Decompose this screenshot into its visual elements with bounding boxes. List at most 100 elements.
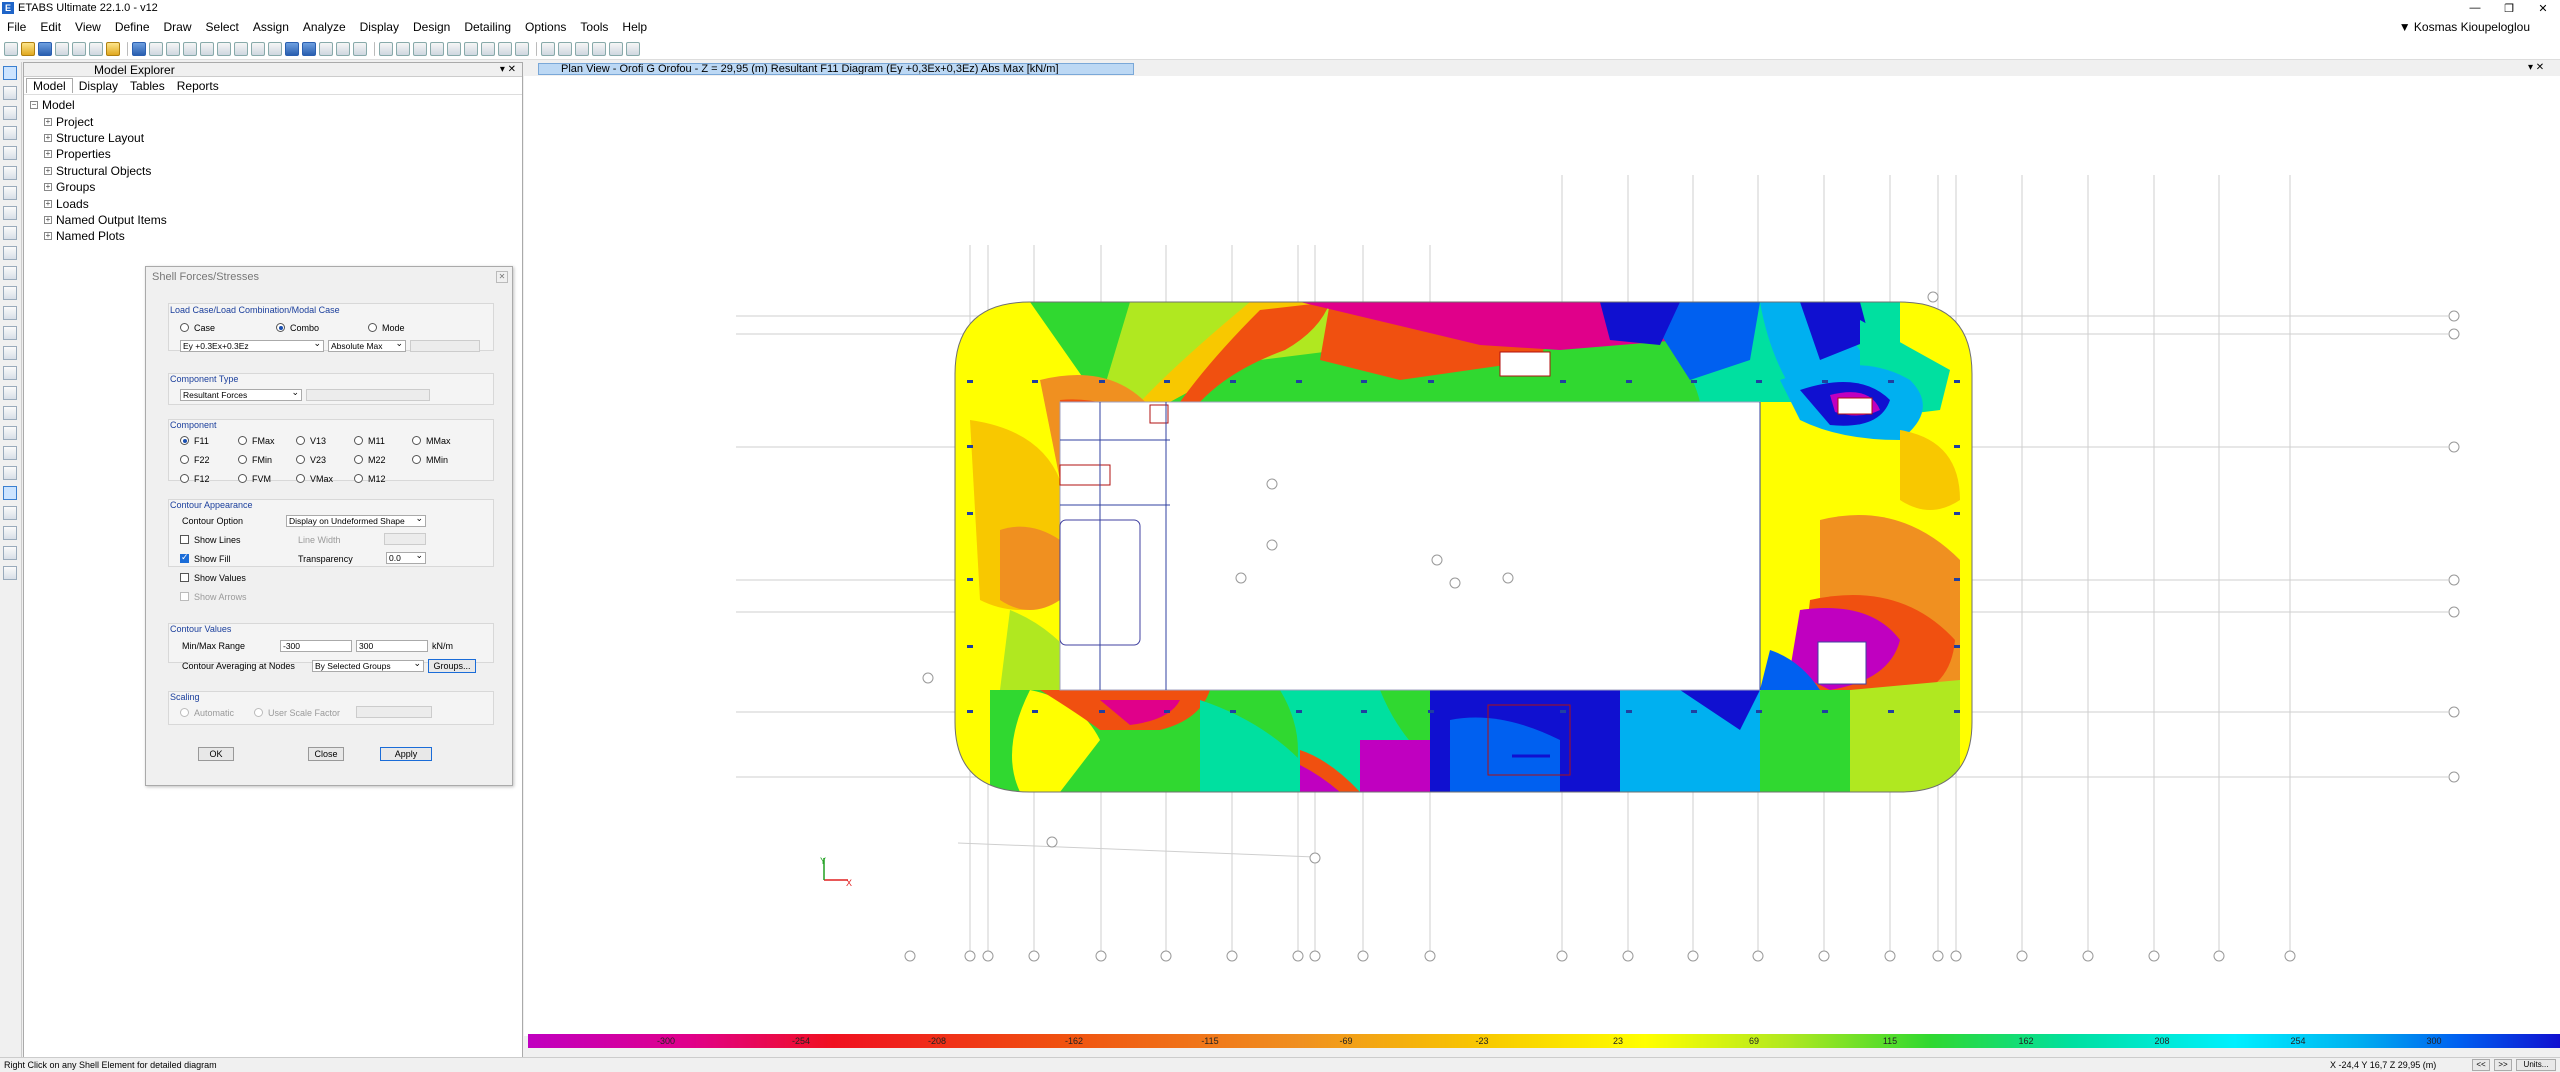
- tab-tables[interactable]: Tables: [124, 79, 171, 93]
- dialog-close-icon[interactable]: ✕: [496, 271, 508, 283]
- draw-wall-icon[interactable]: [3, 226, 17, 240]
- mode-number-field[interactable]: [410, 340, 480, 352]
- menu-display[interactable]: Display: [353, 20, 406, 34]
- draw-rectangle-icon[interactable]: [3, 206, 17, 220]
- draw-section-cut-icon[interactable]: [3, 326, 17, 340]
- draw-dimension-icon[interactable]: [3, 306, 17, 320]
- close-button[interactable]: Close: [308, 747, 344, 761]
- new-model-icon[interactable]: [4, 41, 18, 56]
- component-v23-radio[interactable]: [296, 455, 305, 464]
- plan-view-canvas[interactable]: X Y: [524, 76, 2560, 1036]
- expand-icon[interactable]: +: [44, 150, 52, 159]
- menu-options[interactable]: Options: [518, 20, 573, 34]
- menu-draw[interactable]: Draw: [157, 20, 199, 34]
- next-story-button[interactable]: >>: [2494, 1059, 2512, 1071]
- undo-icon[interactable]: [55, 41, 69, 56]
- expand-icon[interactable]: +: [44, 232, 52, 241]
- redo-icon[interactable]: [72, 41, 86, 56]
- shear-wall-icon[interactable]: [464, 41, 478, 56]
- automatic-radio[interactable]: [180, 708, 189, 717]
- snap-intersection-icon[interactable]: [3, 566, 17, 580]
- rotate-icon[interactable]: [319, 41, 333, 56]
- line-width-field[interactable]: [384, 533, 426, 545]
- menu-help[interactable]: Help: [615, 20, 654, 34]
- view-controls[interactable]: ▾ ✕: [2528, 62, 2544, 73]
- snap-fine-grid-icon[interactable]: [3, 506, 17, 520]
- slab-design-icon[interactable]: [481, 41, 495, 56]
- move-down-icon[interactable]: [302, 41, 316, 56]
- component-fmin-radio[interactable]: [238, 455, 247, 464]
- draw-column-icon[interactable]: [3, 146, 17, 160]
- snap-points-icon[interactable]: [3, 406, 17, 420]
- plan-view-icon[interactable]: [251, 41, 265, 56]
- select-all-icon[interactable]: [3, 346, 17, 360]
- dialog-titlebar[interactable]: Shell Forces/Stresses ✕: [146, 267, 512, 287]
- tree-item-named-plots[interactable]: + Named Plots: [30, 228, 522, 244]
- envelope-select[interactable]: Absolute Max: [328, 340, 406, 352]
- max-range-field[interactable]: 300: [356, 640, 428, 652]
- draw-beam-icon[interactable]: [3, 126, 17, 140]
- component-m11-radio[interactable]: [354, 436, 363, 445]
- menu-edit[interactable]: Edit: [33, 20, 68, 34]
- apply-button[interactable]: Apply: [380, 747, 432, 761]
- detailing-icon[interactable]: [498, 41, 512, 56]
- snap-icon[interactable]: [592, 41, 606, 56]
- groups-button[interactable]: Groups...: [428, 659, 476, 673]
- object-shrink-icon[interactable]: [336, 41, 350, 56]
- menu-file[interactable]: File: [0, 20, 33, 34]
- filter-icon[interactable]: [575, 41, 589, 56]
- draw-brace-icon[interactable]: [3, 166, 17, 180]
- component-fmax-radio[interactable]: [238, 436, 247, 445]
- ok-button[interactable]: OK: [198, 747, 234, 761]
- show-fill-checkbox[interactable]: [180, 552, 189, 563]
- expand-icon[interactable]: +: [44, 183, 52, 192]
- snap-ends-icon[interactable]: [3, 426, 17, 440]
- component-vmax-radio[interactable]: [296, 474, 305, 483]
- mode-radio[interactable]: [368, 323, 377, 332]
- minimize-button[interactable]: —: [2458, 2, 2492, 15]
- component-fvm-radio[interactable]: [238, 474, 247, 483]
- tree-root-model[interactable]: − Model: [30, 97, 522, 113]
- expand-icon[interactable]: +: [44, 117, 52, 126]
- expand-icon[interactable]: +: [44, 166, 52, 175]
- select-previous-icon[interactable]: [3, 366, 17, 380]
- draw-tendon-icon[interactable]: [3, 286, 17, 300]
- units-button[interactable]: Units...: [2516, 1059, 2556, 1071]
- tree-item-properties[interactable]: + Properties: [30, 146, 522, 162]
- tree-item-structure-layout[interactable]: + Structure Layout: [30, 130, 522, 146]
- zoom-in-icon[interactable]: [166, 41, 180, 56]
- expand-icon[interactable]: +: [44, 133, 52, 142]
- zoom-window-icon[interactable]: [149, 41, 163, 56]
- zoom-extents-icon[interactable]: [200, 41, 214, 56]
- expand-icon[interactable]: +: [44, 199, 52, 208]
- pan-icon[interactable]: [217, 41, 231, 56]
- component-mmin-radio[interactable]: [412, 455, 421, 464]
- menu-analyze[interactable]: Analyze: [296, 20, 353, 34]
- draw-opening-icon[interactable]: [3, 246, 17, 260]
- tab-reports[interactable]: Reports: [171, 79, 225, 93]
- menu-define[interactable]: Define: [108, 20, 157, 34]
- tree-item-named-output-items[interactable]: + Named Output Items: [30, 212, 522, 228]
- show-forces-icon[interactable]: [396, 41, 410, 56]
- component-mmax-radio[interactable]: [412, 436, 421, 445]
- lock-icon[interactable]: [106, 41, 120, 56]
- draw-floor-icon[interactable]: [3, 186, 17, 200]
- contour-option-select[interactable]: Display on Undeformed Shape: [286, 515, 426, 527]
- move-up-icon[interactable]: [285, 41, 299, 56]
- menu-detailing[interactable]: Detailing: [457, 20, 518, 34]
- user-scale-field[interactable]: [356, 706, 432, 718]
- snap-perpendicular-icon[interactable]: [3, 466, 17, 480]
- tree-item-loads[interactable]: + Loads: [30, 195, 522, 211]
- averaging-select[interactable]: By Selected Groups: [312, 660, 424, 672]
- tree-item-groups[interactable]: + Groups: [30, 179, 522, 195]
- tree-item-structural-objects[interactable]: + Structural Objects: [30, 163, 522, 179]
- reports-icon[interactable]: [515, 41, 529, 56]
- line-style-icon[interactable]: [626, 41, 640, 56]
- user-scale-radio[interactable]: [254, 708, 263, 717]
- refresh-icon[interactable]: [89, 41, 103, 56]
- save-icon[interactable]: [38, 41, 52, 56]
- component-m22-radio[interactable]: [354, 455, 363, 464]
- menu-design[interactable]: Design: [406, 20, 457, 34]
- view-3d-icon[interactable]: [234, 41, 248, 56]
- clear-selection-icon[interactable]: [3, 386, 17, 400]
